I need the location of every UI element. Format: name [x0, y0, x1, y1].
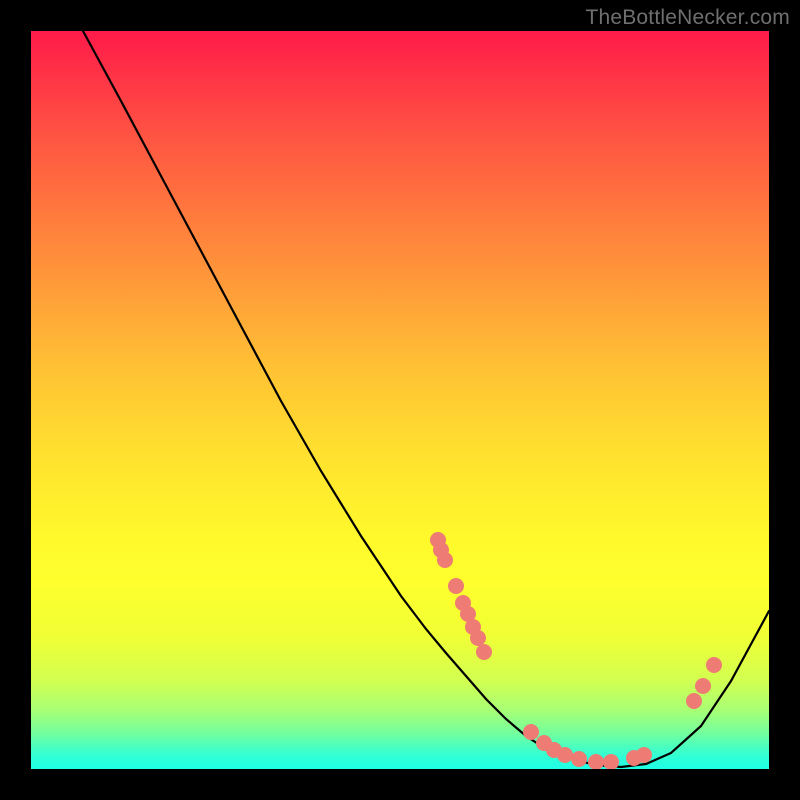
- data-point: [706, 657, 722, 673]
- chart-area: [31, 31, 769, 769]
- data-point: [603, 754, 619, 769]
- data-point: [476, 644, 492, 660]
- data-point: [571, 751, 587, 767]
- data-point: [636, 747, 652, 763]
- bottleneck-chart: [31, 31, 769, 769]
- data-point: [448, 578, 464, 594]
- data-point: [695, 678, 711, 694]
- data-point: [686, 693, 702, 709]
- data-point: [437, 552, 453, 568]
- data-point: [588, 754, 604, 769]
- watermark-text: TheBottleNecker.com: [585, 6, 790, 30]
- data-point: [557, 747, 573, 763]
- data-point: [523, 724, 539, 740]
- data-markers: [430, 532, 722, 769]
- bottleneck-curve: [83, 31, 769, 767]
- data-point: [470, 630, 486, 646]
